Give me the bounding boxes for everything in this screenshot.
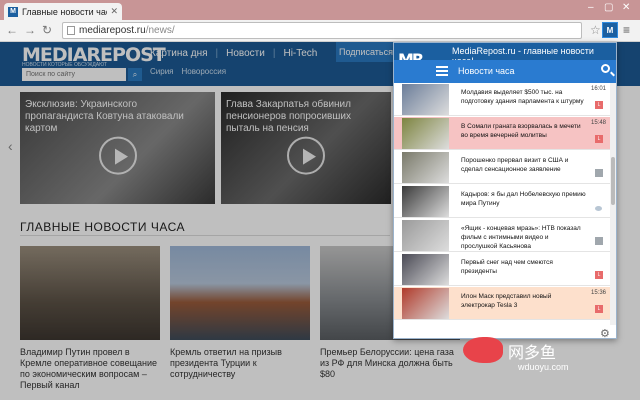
browser-menu-icon[interactable]: ≡	[623, 23, 630, 37]
minimize-icon[interactable]: –	[588, 2, 594, 13]
news-headline: Первый снег над чем смеются президенты	[461, 259, 553, 275]
news-time: 16:01	[591, 86, 607, 92]
news-card-caption[interactable]: Владимир Путин провел в Кремле оперативн…	[20, 347, 160, 391]
list-item[interactable]: «Ящик - концевая мразь»: НТВ показал фил…	[394, 219, 610, 252]
list-item[interactable]: Кадыров: я бы дал Нобелевскую премию мир…	[394, 185, 610, 218]
site-search-input[interactable]	[22, 68, 126, 81]
close-window-icon[interactable]: ✕	[622, 2, 630, 13]
news-thumbnail	[402, 152, 449, 183]
settings-gear-icon[interactable]: ⚙	[600, 327, 610, 338]
nav-item-news[interactable]: Новости	[226, 48, 265, 59]
watermark-text: 网多鱼	[508, 345, 557, 362]
browser-tab[interactable]: M Главные новости часа н ✕	[4, 3, 122, 20]
news-time: 15:36	[591, 290, 607, 296]
subnav-item-novorossia[interactable]: Новороссия	[182, 67, 227, 76]
nav-item-picture-of-day[interactable]: Картина дня	[150, 48, 208, 59]
news-thumbnail	[402, 186, 449, 217]
news-headline: «Ящик - концевая мразь»: НТВ показал фил…	[461, 225, 581, 250]
nav-separator: |	[215, 48, 219, 59]
source-badge-icon	[595, 206, 602, 211]
watermark-url: wduoyu.com	[518, 362, 569, 372]
forward-icon[interactable]: →	[24, 23, 36, 37]
scrollbar-thumb[interactable]	[611, 157, 615, 205]
fish-logo-icon	[463, 337, 503, 363]
bookmark-star-icon[interactable]: ☆	[590, 23, 601, 37]
section-title: ГЛАВНЫЕ НОВОСТИ ЧАСА	[20, 220, 185, 234]
news-card-caption[interactable]: Премьер Белоруссии: цена газа из РФ для …	[320, 347, 460, 380]
source-badge-icon: L	[595, 305, 603, 313]
list-item[interactable]: Молдавия выделяет $500 тыс. на подготовк…	[394, 83, 610, 116]
hero-video-card[interactable]: Эксклюзив: Украинского пропагандиста Ков…	[20, 92, 215, 204]
nav-separator: |	[272, 48, 276, 59]
address-bar[interactable]: mediarepost.ru/news/	[62, 22, 582, 39]
news-card-image[interactable]	[20, 246, 160, 340]
news-time: 15:48	[591, 120, 607, 126]
play-icon[interactable]	[287, 136, 325, 175]
tab-title: Главные новости часа н	[22, 6, 107, 17]
news-thumbnail	[402, 84, 449, 115]
maximize-icon[interactable]: ▢	[604, 2, 613, 13]
hero-caption: Глава Закарпатья обвинил пенсионеров поп…	[226, 99, 351, 134]
news-headline: Молдавия выделяет $500 тыс. на подготовк…	[461, 89, 584, 105]
reload-icon[interactable]: ↻	[42, 23, 52, 37]
search-icon[interactable]: ⌕	[128, 68, 142, 81]
hero-video-card[interactable]: Глава Закарпатья обвинил пенсионеров поп…	[221, 92, 391, 204]
site-nav: Картина дня | Новости | Hi-Tech	[150, 48, 317, 59]
extension-popup: MR MediaRepost.ru - главные новости часа…	[393, 42, 617, 339]
news-thumbnail	[402, 288, 449, 319]
popup-toolbar: Новости часа	[394, 60, 616, 83]
back-icon[interactable]: ←	[6, 23, 18, 37]
page-icon	[67, 26, 75, 35]
site-subnav: Сирия Новороссия	[150, 67, 226, 76]
list-item[interactable]: В Сомали граната взорвалась в мечети во …	[394, 117, 610, 150]
source-badge-icon: L	[595, 101, 603, 109]
subnav-item-syria[interactable]: Сирия	[150, 67, 174, 76]
source-badge-icon	[595, 169, 603, 177]
list-item[interactable]: Порошенко прервал визит в США и сделал с…	[394, 151, 610, 184]
extension-button[interactable]: M	[602, 22, 618, 38]
url-host: mediarepost.ru	[79, 25, 146, 36]
news-card-image[interactable]	[170, 246, 310, 340]
news-thumbnail	[402, 118, 449, 149]
browser-toolbar: ← → ↻ mediarepost.ru/news/ ☆ M ≡	[0, 20, 640, 42]
popup-section-title: Новости часа	[458, 66, 515, 76]
list-item[interactable]: Илон Маск представил новый электрокар Te…	[394, 287, 610, 320]
hero-caption: Эксклюзив: Украинского пропагандиста Ков…	[25, 99, 184, 134]
news-headline: Кадыров: я бы дал Нобелевскую премию мир…	[461, 191, 586, 207]
news-headline: Порошенко прервал визит в США и сделал с…	[461, 157, 569, 173]
subscribe-button[interactable]: Подписаться	[336, 42, 396, 62]
news-thumbnail	[402, 254, 449, 285]
news-headline: Илон Маск представил новый электрокар Te…	[461, 293, 552, 309]
carousel-prev-icon[interactable]: ‹	[8, 138, 13, 154]
news-headline: В Сомали граната взорвалась в мечети во …	[461, 123, 581, 139]
section-divider	[20, 235, 390, 236]
list-item[interactable]: Первый снег над чем смеются президенты L	[394, 253, 610, 286]
favicon-icon: M	[8, 6, 18, 17]
play-icon[interactable]	[98, 136, 137, 175]
news-thumbnail	[402, 220, 449, 251]
news-card-caption[interactable]: Кремль ответил на призыв президента Турц…	[170, 347, 310, 380]
source-badge-icon: L	[595, 271, 603, 279]
source-badge-icon	[595, 237, 603, 245]
search-icon[interactable]	[601, 64, 610, 73]
popup-scrollbar[interactable]	[610, 83, 616, 325]
news-list: Молдавия выделяет $500 тыс. на подготовк…	[394, 83, 610, 325]
hamburger-menu-icon[interactable]	[436, 66, 448, 76]
tab-strip: M Главные новости часа н ✕ – ▢ ✕	[0, 0, 640, 20]
url-path: /news/	[145, 25, 175, 36]
nav-item-hitech[interactable]: Hi-Tech	[283, 48, 317, 59]
close-tab-icon[interactable]: ✕	[110, 6, 118, 17]
source-badge-icon: L	[595, 135, 603, 143]
